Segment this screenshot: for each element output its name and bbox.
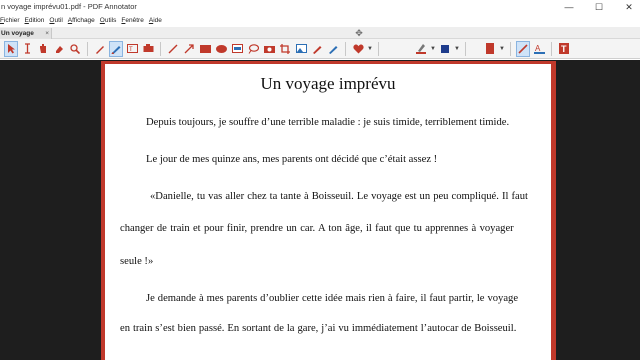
toolbar-divider [160, 41, 161, 56]
document-tab[interactable]: Un voyage impr... × [0, 28, 52, 48]
ellipse-icon[interactable] [214, 41, 228, 57]
text-t-icon[interactable]: T [557, 41, 571, 57]
toolbar-divider [87, 41, 88, 56]
crop-icon[interactable] [278, 41, 292, 57]
svg-text:T: T [561, 44, 567, 54]
stamp-icon[interactable] [141, 41, 155, 57]
menu-aide[interactable]: Aide [149, 17, 162, 24]
toolbar-divider [345, 41, 346, 56]
window-controls: — ☐ ✕ [564, 0, 634, 14]
toolbar-divider [551, 41, 552, 56]
tab-bar: Un voyage impr... × ✥ [0, 27, 640, 48]
insert-image-icon[interactable] [294, 41, 308, 57]
marker-pen-icon[interactable] [109, 40, 123, 57]
line-color-icon[interactable] [414, 41, 428, 57]
text-line: seule !» [120, 256, 154, 267]
eraser-tool-icon[interactable] [310, 41, 324, 57]
text-box-icon[interactable]: T [125, 41, 139, 57]
text-line: Je demande à mes parents d’oublier cette… [146, 293, 519, 304]
annotation-toolbar: T ▼ ▼ ▼ ▼ A T [0, 39, 640, 59]
svg-text:A: A [535, 44, 541, 53]
pen-icon[interactable] [93, 41, 107, 57]
arrow-line-icon[interactable] [182, 41, 196, 57]
toolbar-divider [510, 41, 511, 56]
heart-icon[interactable] [351, 41, 365, 57]
menu-outil[interactable]: Outil [49, 17, 62, 24]
tab-close-icon[interactable]: × [45, 28, 49, 39]
hand-icon[interactable] [36, 41, 50, 57]
toolbar-divider [465, 41, 466, 56]
close-button[interactable]: ✕ [624, 0, 634, 14]
camera-icon[interactable] [262, 41, 276, 57]
text-line: Depuis toujours, je souffre d’une terrib… [146, 117, 510, 128]
move-icon[interactable]: ✥ [354, 28, 364, 38]
highlight-rect-icon[interactable] [230, 41, 244, 57]
draw-tool-icon[interactable] [516, 40, 530, 57]
pdf-page[interactable]: Un voyage imprévu Depuis toujours, je so… [105, 64, 551, 360]
menu-affichage[interactable]: Affichage [68, 17, 95, 24]
svg-text:T: T [129, 47, 133, 53]
pencil-small-icon[interactable] [326, 41, 340, 57]
chevron-down-icon[interactable]: ▼ [430, 41, 436, 57]
menu-edition[interactable]: Edition [25, 17, 45, 24]
minimize-button[interactable]: — [564, 0, 574, 14]
document-title: Un voyage imprévu [260, 74, 396, 93]
eraser-icon[interactable] [52, 41, 66, 57]
page-color-icon[interactable] [483, 41, 497, 57]
menu-fenetre[interactable]: Fenêtre [121, 17, 143, 24]
rectangle-icon[interactable] [198, 41, 212, 57]
menu-fichier[interactable]: Fichier [0, 17, 20, 24]
menu-outils[interactable]: Outils [100, 17, 117, 24]
title-bar: n voyage imprévu01.pdf - PDF Annotator —… [0, 0, 640, 14]
text-line: «Danielle, tu vas aller chez ta tante à … [150, 191, 528, 202]
window-title: n voyage imprévu01.pdf - PDF Annotator [1, 2, 137, 11]
text-line: Le jour de mes quinze ans, mes parents o… [146, 154, 438, 165]
text-line: changer de train et pour finir, prendre … [120, 223, 514, 234]
maximize-button[interactable]: ☐ [594, 0, 604, 14]
menu-bar: Fichier Edition Outil Affichage Outils F… [0, 14, 640, 27]
zoom-icon[interactable] [68, 41, 82, 57]
select-arrow-icon[interactable] [4, 40, 18, 57]
text-cursor-icon[interactable] [20, 41, 34, 57]
text-line: en train s’est bien passé. En sortant de… [120, 323, 517, 334]
line-icon[interactable] [166, 41, 180, 57]
text-tool-icon[interactable]: A [532, 41, 546, 57]
chevron-down-icon[interactable]: ▼ [454, 41, 460, 57]
chevron-down-icon[interactable]: ▼ [499, 41, 505, 57]
fill-color-icon[interactable] [438, 41, 452, 57]
chevron-down-icon[interactable]: ▼ [367, 41, 373, 57]
lasso-icon[interactable] [246, 41, 260, 57]
toolbar-divider [378, 41, 379, 56]
